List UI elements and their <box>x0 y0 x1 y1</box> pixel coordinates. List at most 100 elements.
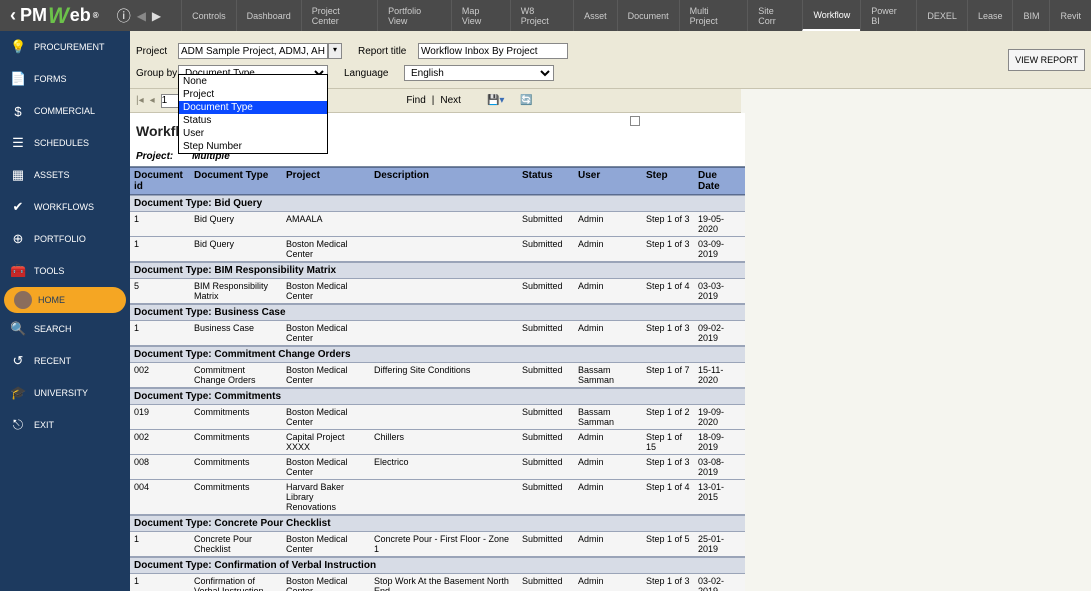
group-header: Document Type: Business Case <box>130 304 745 321</box>
table-row[interactable]: 5BIM Responsibility MatrixBoston Medical… <box>130 279 745 304</box>
portfolio-icon: ⊕ <box>10 231 26 247</box>
sidebar-label: HOME <box>38 295 65 305</box>
group-by-option-document-type[interactable]: Document Type <box>179 101 327 114</box>
commercial-icon: $ <box>10 104 26 119</box>
sidebar-item-recent[interactable]: ↺ RECENT <box>0 345 130 377</box>
sidebar-item-schedules[interactable]: ☰ SCHEDULES <box>0 127 130 159</box>
export-icon[interactable]: 💾▾ <box>487 95 504 106</box>
sidebar-item-assets[interactable]: ▦ ASSETS <box>0 159 130 191</box>
group-by-option-status[interactable]: Status <box>179 114 327 127</box>
menu-lease[interactable]: Lease <box>967 0 1013 31</box>
language-label: Language <box>344 68 404 79</box>
menu-portfolio-view[interactable]: Portfolio View <box>377 0 451 31</box>
prev-page-icon[interactable]: ◂ <box>150 95 155 106</box>
group-by-dropdown-list[interactable]: NoneProjectDocument TypeStatusUserStep N… <box>178 74 328 154</box>
schedules-icon: ☰ <box>10 135 26 151</box>
sidebar-label: SEARCH <box>34 324 72 334</box>
back-chevron-icon[interactable]: ‹ <box>10 5 16 26</box>
info-icon[interactable]: ⓘ <box>117 6 131 26</box>
sidebar-item-workflows[interactable]: ✔ WORKFLOWS <box>0 191 130 223</box>
menu-controls[interactable]: Controls <box>181 0 236 31</box>
sidebar-item-tools[interactable]: 🧰TOOLS <box>0 255 130 287</box>
sidebar-item-portfolio[interactable]: ⊕ PORTFOLIO <box>0 223 130 255</box>
sidebar-item-commercial[interactable]: $ COMMERCIAL <box>0 95 130 127</box>
group-by-label: Group by <box>136 68 178 79</box>
table-row[interactable]: 1Business CaseBoston Medical CenterSubmi… <box>130 321 745 346</box>
table-row[interactable]: 1Bid QueryBoston Medical CenterSubmitted… <box>130 237 745 262</box>
recent-icon: ↺ <box>10 353 26 369</box>
menu-dexel[interactable]: DEXEL <box>916 0 967 31</box>
sidebar-label: WORKFLOWS <box>34 202 94 212</box>
report-title-label: Report title <box>358 46 418 57</box>
nav-prev-icon[interactable]: ◀ <box>137 9 146 23</box>
menu-asset[interactable]: Asset <box>573 0 617 31</box>
refresh-icon[interactable]: 🔄 <box>520 95 532 106</box>
menubar: ControlsDashboardProject CenterPortfolio… <box>181 0 1091 31</box>
table-row[interactable]: 1Confirmation of Verbal InstructionBosto… <box>130 574 745 591</box>
forms-icon: 📄 <box>10 71 26 87</box>
menu-site-corr[interactable]: Site Corr <box>747 0 802 31</box>
first-page-icon[interactable]: |◂ <box>136 95 144 106</box>
menu-map-view[interactable]: Map View <box>451 0 510 31</box>
sidebar-item-home[interactable]: HOME <box>4 287 126 313</box>
group-header: Document Type: BIM Responsibility Matrix <box>130 262 745 279</box>
menu-revit[interactable]: Revit <box>1049 0 1091 31</box>
table-row[interactable]: 1Concrete Pour ChecklistBoston Medical C… <box>130 532 745 557</box>
sidebar-item-university[interactable]: 🎓UNIVERSITY <box>0 377 130 409</box>
search-icon: 🔍 <box>10 321 26 337</box>
exit-icon: ⎋ <box>10 417 26 433</box>
sidebar-label: PROCUREMENT <box>34 42 105 52</box>
viewer-checkbox[interactable] <box>630 116 640 126</box>
sidebar-label: RECENT <box>34 356 71 366</box>
menu-project-center[interactable]: Project Center <box>301 0 377 31</box>
sidebar-label: FORMS <box>34 74 67 84</box>
sidebar-label: PORTFOLIO <box>34 234 86 244</box>
sidebar: 💡 PROCUREMENT 📄 FORMS $ COMMERCIAL ☰ SCHEDULES ▦… <box>0 31 130 591</box>
view-report-button[interactable]: VIEW REPORT <box>1008 49 1085 71</box>
find-label[interactable]: Find <box>406 95 425 106</box>
sidebar-label: ASSETS <box>34 170 70 180</box>
project-dropdown-button[interactable]: ▾ <box>328 43 342 59</box>
table-row[interactable]: 002Commitment Change OrdersBoston Medica… <box>130 363 745 388</box>
group-header: Document Type: Confirmation of Verbal In… <box>130 557 745 574</box>
language-select[interactable]: English <box>404 65 554 81</box>
top-bar: ‹ PM W eb ® ⓘ ◀ ▶ ControlsDashboardProje… <box>0 0 1091 31</box>
menu-dashboard[interactable]: Dashboard <box>236 0 301 31</box>
menu-workflow[interactable]: Workflow <box>802 0 860 31</box>
sidebar-label: SCHEDULES <box>34 138 89 148</box>
table-row[interactable]: 002CommitmentsCapital Project XXXXChille… <box>130 430 745 455</box>
menu-document[interactable]: Document <box>617 0 679 31</box>
menu-multi-project[interactable]: Multi Project <box>679 0 748 31</box>
group-header: Document Type: Concrete Pour Checklist <box>130 515 745 532</box>
group-by-option-project[interactable]: Project <box>179 88 327 101</box>
table-row[interactable]: 1Bid QueryAMAALASubmittedAdminStep 1 of … <box>130 212 745 237</box>
report-title-input[interactable] <box>418 43 568 59</box>
next-label[interactable]: Next <box>440 95 461 106</box>
menu-power-bi[interactable]: Power BI <box>860 0 916 31</box>
table-row[interactable]: 019CommitmentsBoston Medical CenterSubmi… <box>130 405 745 430</box>
project-select[interactable] <box>178 43 328 59</box>
sidebar-item-search[interactable]: 🔍 SEARCH <box>0 313 130 345</box>
sidebar-label: TOOLS <box>34 266 64 276</box>
sidebar-item-exit[interactable]: ⎋EXIT <box>0 409 130 441</box>
sidebar-label: UNIVERSITY <box>34 388 88 398</box>
workflows-icon: ✔ <box>10 199 26 215</box>
nav-next-icon[interactable]: ▶ <box>152 9 161 23</box>
logo: ‹ PM W eb ® <box>0 3 107 29</box>
group-header: Document Type: Commitments <box>130 388 745 405</box>
procurement-icon: 💡 <box>10 39 26 55</box>
group-by-option-step-number[interactable]: Step Number <box>179 140 327 153</box>
report-body: Document Type: Bid Query1Bid QueryAMAALA… <box>130 195 745 591</box>
group-by-option-user[interactable]: User <box>179 127 327 140</box>
group-header: Document Type: Commitment Change Orders <box>130 346 745 363</box>
table-row[interactable]: 004CommitmentsHarvard Baker Library Reno… <box>130 480 745 515</box>
sidebar-item-forms[interactable]: 📄 FORMS <box>0 63 130 95</box>
sidebar-item-procurement[interactable]: 💡 PROCUREMENT <box>0 31 130 63</box>
menu-bim[interactable]: BIM <box>1012 0 1049 31</box>
table-row[interactable]: 008CommitmentsBoston Medical CenterElect… <box>130 455 745 480</box>
assets-icon: ▦ <box>10 167 26 183</box>
group-by-option-none[interactable]: None <box>179 75 327 88</box>
sidebar-label: COMMERCIAL <box>34 106 95 116</box>
project-label: Project <box>136 46 178 57</box>
menu-w8-project[interactable]: W8 Project <box>510 0 573 31</box>
